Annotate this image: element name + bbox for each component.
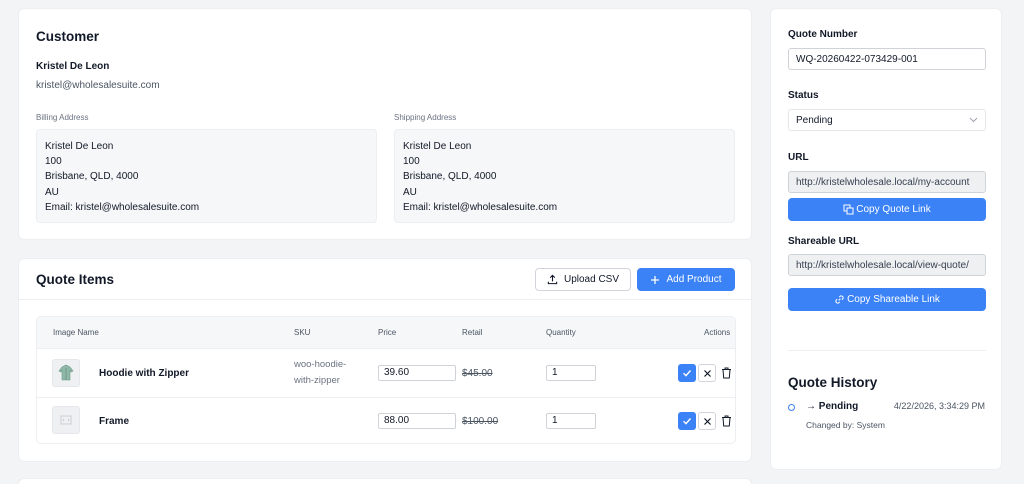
billing-line: Email: kristel@wholesalesuite.com — [45, 201, 200, 213]
table-row: Frame 88.00 $100.00 1 — [37, 397, 735, 443]
add-product-label: Add Product — [666, 274, 722, 285]
quantity-input[interactable]: 1 — [546, 365, 596, 381]
upload-csv-label: Upload CSV — [563, 274, 620, 285]
quote-sidebar: Quote Number WQ-20260422-073429-001 Stat… — [770, 8, 1002, 470]
chevron-down-icon — [969, 117, 978, 123]
quote-items-title: Quote Items — [36, 272, 115, 287]
price-input[interactable]: 88.00 — [378, 413, 456, 429]
link-icon — [835, 295, 844, 304]
trash-icon — [721, 415, 731, 427]
copy-shareable-link-label: Copy Shareable Link — [847, 294, 940, 305]
url-input[interactable]: http://kristelwholesale.local/my-account — [788, 171, 986, 193]
sidebar-divider — [788, 350, 986, 351]
price-input[interactable]: 39.60 — [378, 365, 456, 381]
status-value: Pending — [796, 114, 833, 126]
history-status: → Pending — [806, 401, 859, 412]
status-label: Status — [788, 90, 819, 101]
copy-quote-link-label: Copy Quote Link — [856, 204, 931, 215]
product-thumbnail — [52, 406, 80, 434]
col-image-name: Image Name — [53, 328, 99, 337]
plus-icon — [651, 275, 660, 284]
history-changed-by: Changed by: System — [806, 420, 885, 430]
col-price: Price — [378, 328, 397, 337]
header-divider — [19, 299, 751, 300]
customer-title: Customer — [36, 29, 100, 44]
upload-csv-button[interactable]: Upload CSV — [535, 268, 631, 291]
shipping-line: Brisbane, QLD, 4000 — [403, 171, 497, 183]
check-icon — [683, 418, 692, 425]
billing-address-box: Kristel De Leon 100 Brisbane, QLD, 4000 … — [36, 129, 377, 223]
billing-address-label: Billing Address — [36, 113, 89, 122]
quote-number-input[interactable]: WQ-20260422-073429-001 — [788, 48, 986, 70]
product-name: Frame — [99, 416, 130, 427]
product-name: Hoodie with Zipper — [99, 368, 189, 379]
quote-items-table: Image Name SKU Price Retail Quantity Act… — [36, 316, 736, 444]
next-section-card — [18, 478, 752, 484]
hoodie-icon — [58, 364, 74, 381]
history-dot — [788, 404, 795, 411]
billing-line: AU — [45, 186, 59, 198]
sku-line: with-zipper — [294, 375, 340, 386]
shipping-address-box: Kristel De Leon 100 Brisbane, QLD, 4000 … — [394, 129, 735, 223]
col-actions: Actions — [704, 328, 731, 337]
billing-line: 100 — [45, 156, 62, 168]
table-header: Image Name SKU Price Retail Quantity Act… — [37, 317, 735, 349]
copy-shareable-link-button[interactable]: Copy Shareable Link — [788, 288, 986, 311]
status-select[interactable]: Pending — [788, 109, 986, 131]
retail-price: $45.00 — [462, 368, 493, 379]
customer-email: kristel@wholesalesuite.com — [36, 80, 160, 91]
url-label: URL — [788, 152, 809, 163]
sku-line: woo-hoodie- — [294, 359, 347, 370]
delete-button[interactable] — [717, 364, 735, 382]
product-thumbnail — [52, 359, 80, 387]
shareable-url-input[interactable]: http://kristelwholesale.local/view-quote… — [788, 254, 986, 276]
close-icon — [703, 417, 711, 425]
close-icon — [703, 369, 711, 377]
confirm-button[interactable] — [678, 412, 696, 430]
col-quantity: Quantity — [546, 328, 576, 337]
quantity-input[interactable]: 1 — [546, 413, 596, 429]
copy-quote-link-button[interactable]: Copy Quote Link — [788, 198, 986, 221]
table-row: Hoodie with Zipper woo-hoodie- with-zipp… — [37, 349, 735, 397]
delete-button[interactable] — [717, 412, 735, 430]
add-product-button[interactable]: Add Product — [637, 268, 735, 291]
quote-number-label: Quote Number — [788, 29, 858, 40]
col-sku: SKU — [294, 328, 311, 337]
confirm-button[interactable] — [678, 364, 696, 382]
check-icon — [683, 370, 692, 377]
shipping-line: Kristel De Leon — [403, 141, 472, 152]
shipping-line: Email: kristel@wholesalesuite.com — [403, 201, 558, 213]
quote-items-card: Quote Items Upload CSV Add Product Image… — [18, 258, 752, 462]
cancel-button[interactable] — [698, 364, 716, 382]
shipping-line: AU — [403, 186, 417, 198]
billing-line: Brisbane, QLD, 4000 — [45, 171, 139, 183]
col-retail: Retail — [462, 328, 483, 337]
customer-card: Customer Kristel De Leon kristel@wholesa… — [18, 8, 752, 240]
trash-icon — [721, 367, 731, 379]
image-placeholder-icon — [60, 415, 72, 425]
shipping-line: 100 — [403, 156, 420, 168]
shareable-url-label: Shareable URL — [788, 236, 860, 247]
billing-line: Kristel De Leon — [45, 141, 114, 152]
customer-name: Kristel De Leon — [36, 61, 110, 72]
upload-icon — [547, 274, 558, 285]
product-sku: woo-hoodie- with-zipper — [294, 357, 364, 389]
retail-price: $100.00 — [462, 416, 499, 427]
quote-history-title: Quote History — [788, 375, 878, 390]
cancel-button[interactable] — [698, 412, 716, 430]
copy-icon — [843, 204, 854, 215]
history-date: 4/22/2026, 3:34:29 PM — [893, 401, 985, 411]
shipping-address-label: Shipping Address — [394, 113, 457, 122]
